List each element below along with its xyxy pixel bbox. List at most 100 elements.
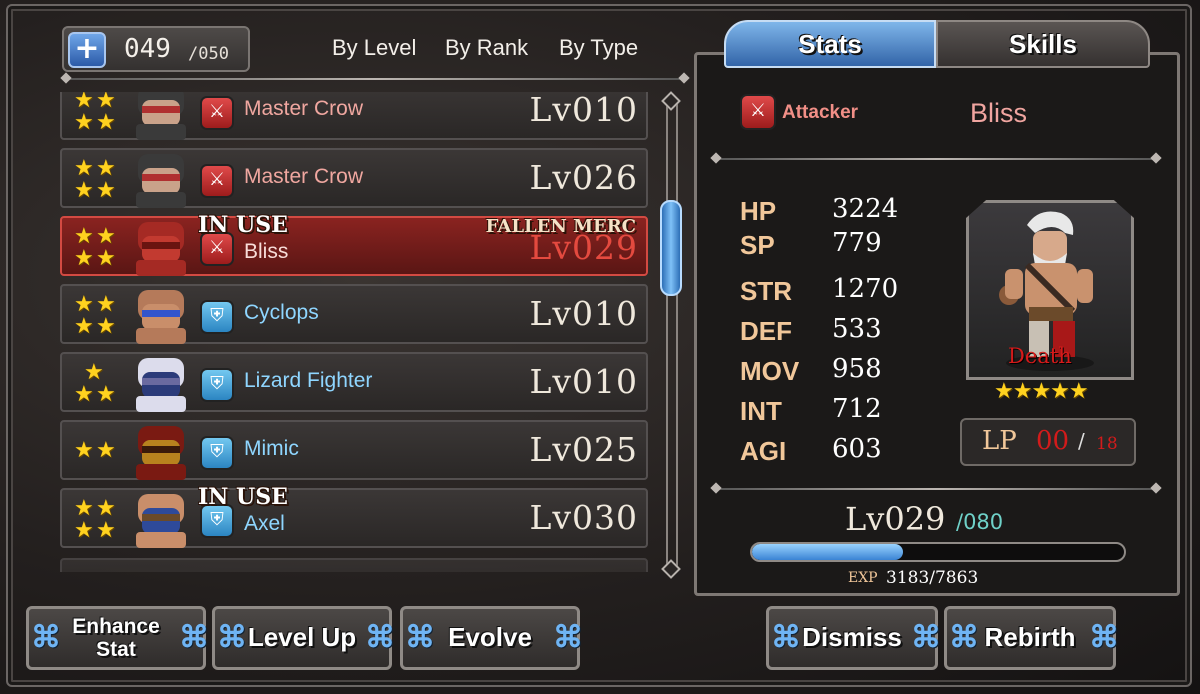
level-up-label: Level Up <box>247 622 357 652</box>
list-item-partial[interactable] <box>60 558 648 572</box>
unit-portrait-thumb <box>124 354 198 412</box>
unit-row[interactable]: ★ ★ ★ ⛨ Lizard Fighter Lv010 <box>60 352 648 412</box>
sort-by-type-button[interactable]: By Type <box>559 35 638 61</box>
enhance-label-line2: Stat <box>96 638 136 661</box>
header-divider <box>66 78 684 80</box>
stat-value-str: 1270 <box>832 274 899 304</box>
unit-row[interactable]: ★ ★ ★ ★ ⚔ Bliss Lv029 IN USE FALLEN MERC <box>60 212 648 276</box>
stat-label-mov: MOV <box>740 356 800 386</box>
stat-value-agi: 603 <box>832 434 882 464</box>
lp-max: 18 <box>1096 434 1118 454</box>
knot-left-icon: ⌘ <box>31 621 61 654</box>
rarity-stars: ★ ★ ★ ★ <box>70 224 120 270</box>
star-icon: ★ <box>74 156 94 181</box>
rebirth-label: Rebirth <box>984 622 1076 652</box>
class-label: Attacker <box>782 102 859 123</box>
unit-row[interactable]: ★ ★ ★ ★ ⛨ Axel Lv030 IN USE <box>60 484 648 548</box>
rarity-stars: ★ ★ ★ ★ <box>70 496 120 542</box>
knot-right-icon: ⌘ <box>365 621 395 654</box>
unit-portrait-thumb <box>124 150 198 208</box>
unit-level: Lv026 <box>529 158 638 197</box>
stat-value-mov: 958 <box>832 354 882 384</box>
star-icon: ★ <box>96 438 116 463</box>
unit-name: Cyclops <box>244 301 319 324</box>
level-up-button[interactable]: ⌘ Level Up ⌘ <box>212 606 395 670</box>
stat-label-str: STR <box>740 276 792 306</box>
exp-progress-bar <box>750 542 1126 562</box>
unit-name: Master Crow <box>244 97 364 120</box>
evolve-button[interactable]: ⌘ Evolve ⌘ <box>400 606 583 670</box>
stat-label-int: INT <box>740 396 782 426</box>
star-icon: ★ <box>96 246 116 271</box>
sort-by-level-button[interactable]: By Level <box>332 35 416 61</box>
unit-level-max: /080 <box>956 510 1004 534</box>
knot-left-icon: ⌘ <box>771 621 801 654</box>
star-icon: ★ <box>96 110 116 135</box>
unit-row[interactable]: ★ ★ ★ ★ ⛨ Cyclops Lv010 <box>60 284 648 344</box>
star-icon: ★ <box>74 292 94 317</box>
unit-name: Bliss <box>970 98 1028 128</box>
lp-current: 00 <box>1036 426 1070 456</box>
knot-right-icon: ⌘ <box>911 621 941 654</box>
dismiss-button[interactable]: ⌘ Dismiss ⌘ <box>766 606 941 670</box>
star-icon: ★ <box>74 496 94 521</box>
detail-divider-top <box>716 158 1156 160</box>
exp-progress-fill <box>752 544 903 560</box>
unit-level: Lv030 <box>529 498 638 537</box>
sort-by-rank-button[interactable]: By Rank <box>445 35 528 61</box>
unit-row[interactable]: ★ ★ ⛨ Mimic Lv025 <box>60 420 648 480</box>
rebirth-button[interactable]: ⌘ Rebirth ⌘ <box>944 606 1119 670</box>
stat-label-sp: SP <box>740 230 775 260</box>
unit-level: Lv010 <box>529 92 638 129</box>
rank-stars: ★★★★★ <box>994 379 1089 404</box>
enhance-stat-button[interactable]: ⌘ Enhance Stat ⌘ <box>26 606 209 670</box>
star-icon: ★ <box>74 438 94 463</box>
star-icon: ★ <box>96 292 116 317</box>
sword-icon: ⚔ <box>200 164 234 198</box>
unit-row[interactable]: ★ ★ ★ ★ ⚔ Master Crow Lv010 <box>60 92 648 140</box>
knot-left-icon: ⌘ <box>949 621 979 654</box>
stat-label-hp: HP <box>740 196 777 226</box>
star-icon: ★ <box>74 246 94 271</box>
unit-row[interactable]: ★ ★ ★ ★ ⚔ Master Crow Lv026 <box>60 148 648 208</box>
plus-icon[interactable]: + <box>68 32 106 68</box>
exp-label: EXP <box>848 570 878 586</box>
knot-left-icon: ⌘ <box>217 621 247 654</box>
unit-tag-badge: FALLEN MERC <box>485 216 636 237</box>
tab-stats[interactable]: Stats <box>724 20 936 68</box>
star-icon: ★ <box>96 224 116 249</box>
shield-icon: ⛨ <box>200 368 234 402</box>
unit-portrait-thumb <box>124 218 198 276</box>
knot-left-icon: ⌘ <box>405 621 435 654</box>
knot-right-icon: ⌘ <box>179 621 209 654</box>
star-icon: ★ <box>74 110 94 135</box>
star-icon: ★ <box>84 360 104 385</box>
unit-name: Axel <box>244 512 285 535</box>
unit-list[interactable]: ★ ★ ★ ★ ⚔ Master Crow Lv010 ★ ★ ★ ★ ⚔ Master Crow L… <box>58 92 654 572</box>
exp-value: 3183/7863 <box>886 568 979 588</box>
rarity-stars: ★ ★ ★ <box>70 360 120 406</box>
unit-count-max: /050 <box>188 44 229 64</box>
rarity-stars: ★ ★ ★ ★ <box>70 92 120 134</box>
unit-count-box: + 049 /050 <box>62 26 250 72</box>
star-icon: ★ <box>96 314 116 339</box>
detail-divider-bottom <box>716 488 1156 490</box>
dismiss-label: Dismiss <box>802 622 902 652</box>
portrait-status-label: Death <box>1008 344 1072 368</box>
list-scrollbar-thumb[interactable] <box>660 200 682 296</box>
star-icon: ★ <box>96 92 116 113</box>
star-icon: ★ <box>96 496 116 521</box>
list-scrollbar-track[interactable] <box>666 98 678 572</box>
in-use-badge: IN USE <box>198 484 288 510</box>
rarity-stars: ★ ★ ★ ★ <box>70 156 120 202</box>
evolve-label: Evolve <box>448 622 532 652</box>
star-icon: ★ <box>74 314 94 339</box>
stat-value-def: 533 <box>832 314 882 344</box>
tab-skills[interactable]: Skills <box>936 20 1150 68</box>
star-icon: ★ <box>74 92 94 113</box>
star-icon: ★ <box>96 382 116 407</box>
star-icon: ★ <box>74 224 94 249</box>
unit-level: Lv029 <box>845 500 946 538</box>
shield-icon: ⛨ <box>200 300 234 334</box>
unit-count-current: 049 <box>124 34 171 64</box>
